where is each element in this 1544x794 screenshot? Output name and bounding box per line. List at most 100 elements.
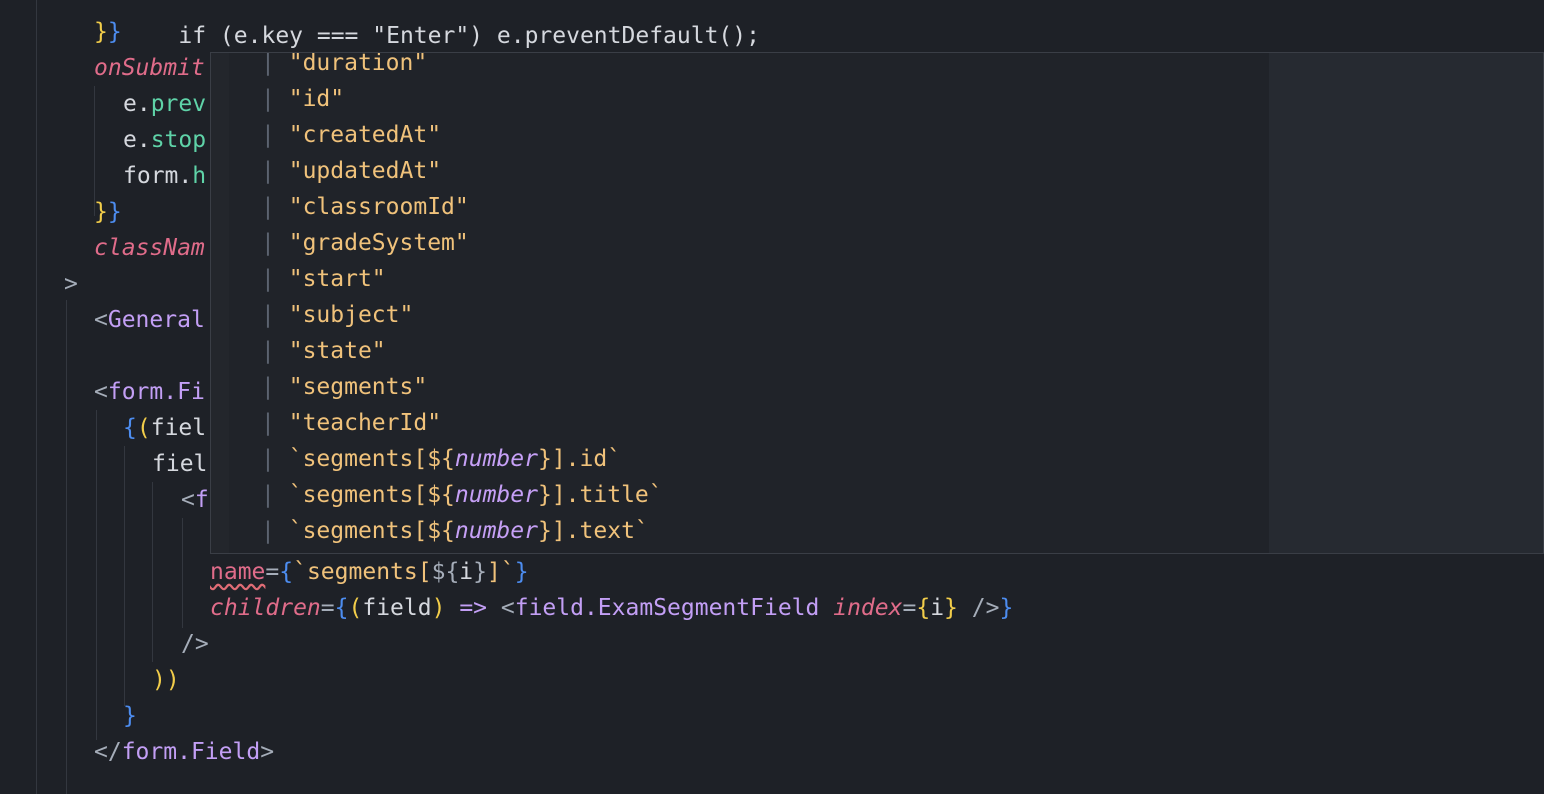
code-line-fiel[interactable]: {(fiel (123, 410, 206, 446)
type-option[interactable]: | "id" (261, 81, 344, 117)
punct-token: < (94, 379, 108, 405)
type-option[interactable]: | "duration" (261, 52, 428, 81)
code-line-prev[interactable]: e.prev (123, 86, 206, 122)
option-text: "updatedAt" (288, 158, 442, 184)
method-token: stop (150, 127, 207, 153)
code-line-form-fi[interactable]: <form.Fi (94, 374, 205, 410)
template-var: number (454, 518, 538, 544)
paren-token: ( (136, 415, 151, 441)
type-option[interactable]: | "start" (261, 261, 386, 297)
template-suffix: }].id` (537, 446, 622, 472)
pipe-glyph: | (261, 230, 275, 256)
code-line-children-attr[interactable]: children={(field) => <field.ExamSegmentF… (210, 590, 1013, 626)
code-line-key-enter[interactable]: if (e.key === "Enter") e.preventDefault(… (123, 0, 760, 49)
type-option[interactable]: | "subject" (261, 297, 413, 333)
option-text: "createdAt" (288, 122, 442, 148)
option-text: "classroomId" (288, 194, 469, 220)
arrow-token: => (445, 595, 501, 621)
paren-token: ) (152, 667, 166, 693)
code-line-selfclose[interactable]: /> (181, 626, 209, 662)
option-text: "segments" (288, 374, 428, 400)
brace-token: } (944, 595, 958, 621)
code-line-gt[interactable]: > (64, 266, 78, 302)
punct-token: < (94, 307, 108, 333)
template-suffix: }].text` (537, 518, 649, 544)
pipe-glyph: | (261, 302, 275, 328)
code-line-form-close[interactable]: </form.Field> (94, 734, 274, 770)
method-token: prev (150, 91, 207, 117)
pipe-glyph: | (261, 266, 275, 292)
brace-token: { (334, 595, 349, 621)
type-hover-popup[interactable]: | "duration" | "id" | "createdAt" | "upd… (210, 52, 1544, 554)
template-type-option[interactable]: | `segments[${number}].title` (261, 477, 663, 513)
attr-token: classNam (94, 235, 205, 261)
paren-token: ) (431, 595, 446, 621)
template-type-option[interactable]: | `segments[${number}].text` (261, 513, 649, 549)
code-line-general[interactable]: <General (94, 302, 205, 338)
code-token: fiel (150, 415, 207, 441)
option-text: "duration" (288, 52, 428, 76)
brace-token: } (514, 559, 529, 585)
code-line-classname[interactable]: classNam (94, 230, 205, 266)
brace-token: { (123, 415, 137, 441)
indent-guide (36, 0, 37, 794)
code-line-stop[interactable]: e.stop (123, 122, 206, 158)
tag-token: form.Field (121, 739, 261, 765)
code-token: i (930, 595, 945, 621)
option-text: "id" (288, 86, 345, 112)
code-line-close[interactable]: }} (94, 194, 122, 230)
brace-token: } (94, 19, 108, 45)
tag-token: f (194, 487, 209, 513)
indent-guide (96, 410, 97, 740)
code-line-form-h[interactable]: form.h (123, 158, 206, 194)
type-option[interactable]: | "teacherId" (261, 405, 441, 441)
punct-token: = (320, 595, 335, 621)
paren-token: ( (348, 595, 363, 621)
code-line-close[interactable]: } (123, 698, 137, 734)
brace-token: } (107, 19, 122, 45)
option-text: "start" (288, 266, 386, 292)
option-text: "subject" (288, 302, 414, 328)
code-token: e. (123, 127, 151, 153)
attr-token: onSubmit (94, 55, 205, 81)
template-prefix: `segments[${ (288, 518, 455, 544)
string-token: `segments[ (293, 559, 432, 585)
punct-token: > (64, 271, 78, 297)
code-editor[interactable]: if (e.key === "Enter") e.preventDefault(… (0, 0, 1544, 794)
code-line-f[interactable]: <f (181, 482, 209, 518)
code-line-close[interactable]: }} (94, 14, 122, 50)
code-line-fiel[interactable]: fiel (152, 446, 207, 482)
type-option[interactable]: | "gradeSystem" (261, 225, 469, 261)
paren-token: ) (165, 667, 180, 693)
type-option[interactable]: | "state" (261, 333, 386, 369)
code-line-parens[interactable]: )) (152, 662, 180, 698)
punct-token: ${ (431, 559, 460, 585)
pipe-glyph: | (261, 52, 275, 76)
code-token: i (459, 559, 474, 585)
punct-token: < (181, 487, 195, 513)
indent-guide (152, 482, 153, 662)
pipe-glyph: | (261, 446, 275, 472)
punct-token: = (902, 595, 917, 621)
type-option[interactable]: | "updatedAt" (261, 153, 441, 189)
type-option[interactable]: | "segments" (261, 369, 427, 405)
pipe-glyph: | (261, 482, 275, 508)
code-token: if (e.key === "Enter") e.preventDefault(… (178, 23, 760, 49)
string-token: ]` (487, 559, 515, 585)
tag-token: form.Fi (107, 379, 205, 405)
pipe-glyph: | (261, 194, 275, 220)
type-option[interactable]: | "classroomId" (261, 189, 469, 225)
template-prefix: `segments[${ (288, 482, 455, 508)
code-line-onsubmit[interactable]: onSubmit (94, 50, 205, 86)
indent-guide (66, 300, 67, 794)
template-var: number (454, 446, 538, 472)
code-line-name-attr[interactable]: name={`segments[${i}]`} (210, 554, 529, 590)
error-attr-token[interactable]: name (210, 559, 265, 585)
code-token: field (362, 595, 432, 621)
template-type-option[interactable]: | `segments[${number}].id` (261, 441, 621, 477)
type-option[interactable]: | "createdAt" (261, 117, 441, 153)
template-var: number (454, 482, 538, 508)
punct-token: /> (181, 631, 209, 657)
punct-token: > (260, 739, 275, 765)
